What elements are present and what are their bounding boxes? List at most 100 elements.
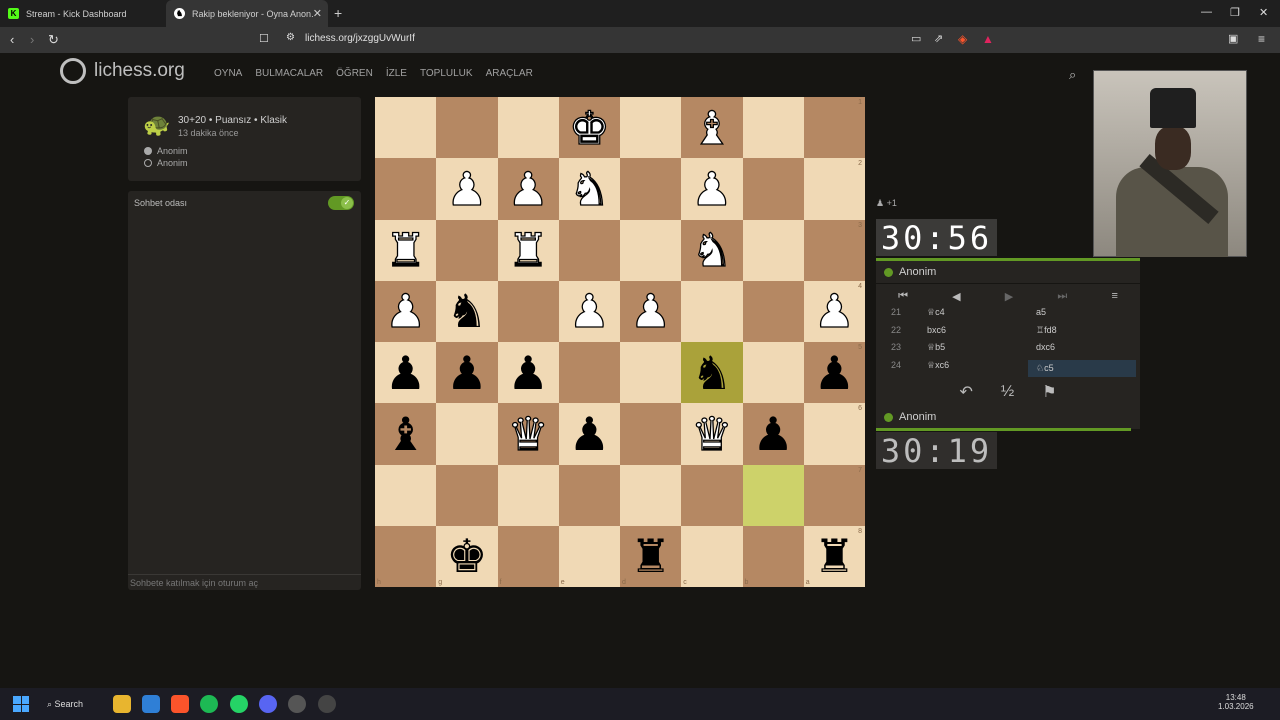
whatsapp-icon[interactable] (230, 695, 248, 713)
board-square[interactable] (558, 219, 620, 281)
mail-icon[interactable] (142, 695, 160, 713)
board-square[interactable]: ♞ (681, 219, 743, 281)
board-square[interactable]: ♞ (558, 158, 620, 220)
discord-icon[interactable] (259, 695, 277, 713)
board-square[interactable]: b (742, 525, 804, 587)
search-icon[interactable]: ⌕ (1069, 67, 1076, 83)
chatgpt-icon[interactable] (288, 695, 306, 713)
board-square[interactable] (742, 97, 804, 159)
board-square[interactable] (742, 342, 804, 404)
white-bishop-icon[interactable]: ♝ (691, 104, 734, 151)
white-pawn-icon[interactable]: ♟ (446, 165, 489, 212)
player-white[interactable]: Anonim (144, 146, 188, 156)
white-pawn-icon[interactable]: ♟ (384, 288, 427, 335)
board-square[interactable]: h (375, 525, 437, 587)
black-move[interactable]: ♘c5 (1028, 359, 1136, 377)
white-pawn-icon[interactable]: ♟ (629, 288, 672, 335)
board-square[interactable]: 1 (803, 97, 865, 159)
sidebar-icon[interactable]: ▣ (1228, 32, 1238, 45)
board-square[interactable] (620, 158, 682, 220)
black-move[interactable]: dxc6 (1036, 342, 1055, 352)
white-pawn-icon[interactable]: ♟ (813, 288, 856, 335)
site-info-icon[interactable]: ⚙ (286, 32, 295, 43)
chess-board[interactable]: ♚ ♝ 1 ♟ ♟ ♞ ♟ 2 ♜ ♜ ♞ 3 ♟ ♞ ♟ ♟ ♟ 4 ♟ ♟ ♟ ♞ ♟ 5 ♝ ♛ ♟ ♛ ♟ 6 7 h ♚ g f e ♜ d c b… (375, 97, 865, 587)
black-bishop-icon[interactable]: ♝ (385, 411, 426, 457)
black-pawn-icon[interactable]: ♟ (814, 350, 855, 396)
board-square[interactable]: ♟ (436, 342, 498, 404)
black-pawn-icon[interactable]: ♟ (753, 411, 794, 457)
black-move[interactable]: a5 (1036, 307, 1046, 317)
board-square[interactable] (620, 403, 682, 465)
board-square[interactable]: ♟ (497, 158, 559, 220)
black-rook-icon[interactable]: ♜ (630, 533, 671, 579)
board-square[interactable] (375, 464, 437, 526)
black-pawn-icon[interactable]: ♟ (385, 350, 426, 396)
black-knight-icon[interactable]: ♞ (691, 350, 732, 396)
board-square[interactable]: f (497, 525, 559, 587)
black-pawn-icon[interactable]: ♟ (446, 350, 487, 396)
white-move[interactable]: ♕xc6 (927, 360, 949, 371)
new-tab-button[interactable]: + (334, 5, 342, 21)
board-square[interactable]: ♜ (375, 219, 437, 281)
nav-tools[interactable]: ARAÇLAR (486, 68, 533, 79)
white-pawn-icon[interactable]: ♟ (568, 288, 611, 335)
board-square[interactable]: ♟ (497, 342, 559, 404)
board-square[interactable]: 3 (803, 219, 865, 281)
close-tab-icon[interactable]: ✕ (313, 7, 322, 20)
white-move[interactable]: ♕b5 (927, 342, 945, 353)
board-square[interactable]: ♟ 5 (803, 342, 865, 404)
back-icon[interactable]: ‹ (10, 32, 14, 47)
board-square[interactable]: ♟ (375, 280, 437, 342)
first-move-icon[interactable]: ⏮ (898, 290, 908, 303)
black-knight-icon[interactable]: ♞ (446, 288, 487, 334)
player-top[interactable]: Anonim (876, 261, 1140, 283)
board-square[interactable]: 2 (803, 158, 865, 220)
player-bottom[interactable]: Anonim (876, 406, 1140, 428)
board-square[interactable] (742, 280, 804, 342)
board-square[interactable]: e (558, 525, 620, 587)
app-icon[interactable] (318, 695, 336, 713)
board-square[interactable] (681, 464, 743, 526)
white-rook-icon[interactable]: ♜ (384, 226, 427, 273)
board-square[interactable]: ♛ (681, 403, 743, 465)
board-square[interactable]: 7 (803, 464, 865, 526)
board-square[interactable]: ♝ (375, 403, 437, 465)
board-square[interactable]: ♜ d (620, 525, 682, 587)
reload-icon[interactable]: ↻ (48, 32, 59, 48)
board-square[interactable] (681, 280, 743, 342)
board-square[interactable]: ♟ (558, 280, 620, 342)
board-square[interactable] (558, 342, 620, 404)
board-square[interactable]: ♚ (558, 97, 620, 159)
board-square[interactable]: ♜ 8 a (803, 525, 865, 587)
white-king-icon[interactable]: ♚ (568, 104, 611, 151)
board-square[interactable] (497, 464, 559, 526)
brave-rewards-icon[interactable]: ▲ (982, 32, 994, 46)
board-square[interactable]: ♞ (681, 342, 743, 404)
white-pawn-icon[interactable]: ♟ (507, 165, 550, 212)
nav-community[interactable]: TOPLULUK (420, 68, 473, 79)
file-explorer-icon[interactable] (113, 695, 131, 713)
windows-start-icon[interactable] (13, 696, 29, 712)
forward-icon[interactable]: › (30, 32, 34, 47)
url-field[interactable]: lichess.org/jxzggUvWurIf (305, 33, 415, 44)
board-square[interactable]: ♟ (681, 158, 743, 220)
white-queen-icon[interactable]: ♛ (691, 410, 734, 457)
prev-move-icon[interactable]: ◀ (952, 290, 960, 303)
board-square[interactable]: ♞ (436, 280, 498, 342)
draw-offer-button[interactable]: ½ (1001, 383, 1014, 401)
board-square[interactable] (436, 97, 498, 159)
last-move-icon[interactable]: ⏭ (1057, 290, 1067, 303)
board-square[interactable] (436, 464, 498, 526)
board-square[interactable]: ♟ (620, 280, 682, 342)
board-square[interactable] (620, 97, 682, 159)
white-pawn-icon[interactable]: ♟ (691, 165, 734, 212)
nav-puzzles[interactable]: BULMACALAR (255, 68, 323, 79)
taskbar-search[interactable]: ⌕ Search (47, 694, 105, 714)
bookmark-icon[interactable]: ☐ (259, 32, 269, 45)
next-move-icon[interactable]: ▶ (1005, 290, 1013, 303)
system-clock[interactable]: 13:48 1.03.2026 (1218, 693, 1254, 711)
board-square[interactable]: ♟ 4 (803, 280, 865, 342)
board-square[interactable]: ♟ (436, 158, 498, 220)
board-square[interactable]: ♝ (681, 97, 743, 159)
board-square[interactable] (375, 97, 437, 159)
